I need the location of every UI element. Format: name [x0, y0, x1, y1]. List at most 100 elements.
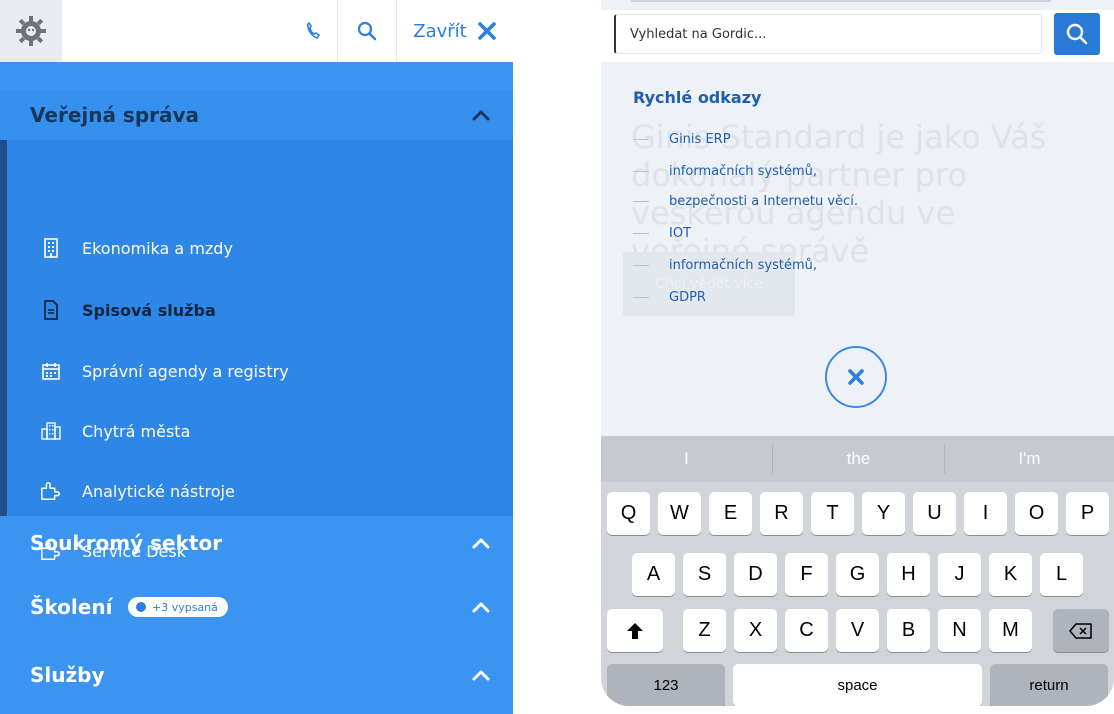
- submenu-item-ekonomika[interactable]: Ekonomika a mzdy: [40, 233, 233, 263]
- submenu-item-label: Spisová služba: [82, 300, 216, 320]
- calendar-icon: [40, 360, 62, 382]
- submenu-item-spisova-sluzba[interactable]: Spisová služba: [40, 295, 216, 325]
- key[interactable]: Q: [607, 492, 650, 535]
- quick-link[interactable]: bezpečnosti a Internetu věcí.: [633, 194, 858, 209]
- chevron-up-icon: [472, 110, 490, 121]
- section-label: Školení: [30, 595, 113, 619]
- return-key[interactable]: return: [990, 664, 1108, 706]
- key[interactable]: V: [836, 609, 879, 652]
- key[interactable]: D: [734, 553, 777, 596]
- key[interactable]: O: [1015, 492, 1058, 535]
- key[interactable]: J: [938, 553, 981, 596]
- search-icon: [357, 21, 377, 41]
- dash: [633, 265, 649, 266]
- key[interactable]: C: [785, 609, 828, 652]
- key[interactable]: X: [734, 609, 777, 652]
- close-icon: [848, 369, 864, 385]
- key[interactable]: Y: [862, 492, 905, 535]
- key[interactable]: U: [913, 492, 956, 535]
- numbers-key[interactable]: 123: [607, 664, 725, 706]
- menu-body: Veřejná správa Ekonomika a mzdy Spisová …: [0, 62, 513, 714]
- city-icon: [40, 420, 62, 442]
- quick-link-label: Ginis ERP: [669, 132, 731, 147]
- gordic-logo[interactable]: [0, 0, 62, 62]
- quick-link[interactable]: Ginis ERP: [633, 132, 731, 147]
- badge-dot: [136, 602, 146, 612]
- submenu-item-label: Chytrá města: [82, 421, 191, 441]
- key[interactable]: H: [887, 553, 930, 596]
- chevron-up-icon: [472, 538, 490, 549]
- quick-link[interactable]: GDPR: [633, 290, 706, 305]
- quick-link-label: informačních systémů,: [669, 164, 818, 179]
- quick-links-title: Rychlé odkazy: [633, 88, 762, 107]
- key[interactable]: F: [785, 553, 828, 596]
- search-bar: [601, 10, 1114, 62]
- suggestion[interactable]: the: [773, 436, 944, 482]
- phone-button[interactable]: [290, 0, 336, 62]
- dash: [633, 139, 649, 140]
- submenu-verejna-sprava: Ekonomika a mzdy Spisová služba Správní …: [0, 140, 513, 561]
- top-edge-line: [631, 0, 1051, 2]
- key[interactable]: E: [709, 492, 752, 535]
- submenu-item-label: Analytické nástroje: [82, 481, 235, 501]
- quick-link[interactable]: IOT: [633, 226, 691, 241]
- quick-link[interactable]: informačních systémů,: [633, 164, 817, 179]
- suggestion[interactable]: I: [601, 436, 772, 482]
- dash: [633, 201, 649, 202]
- close-icon: [477, 22, 496, 40]
- quick-link-label: bezpečnosti a Internetu věcí.: [669, 194, 858, 209]
- key[interactable]: N: [938, 609, 981, 652]
- chevron-up-icon: [472, 670, 490, 681]
- quick-link[interactable]: informačních systémů,: [633, 258, 817, 273]
- suggestion[interactable]: I'm: [945, 436, 1114, 482]
- section-label: Soukromý sektor: [30, 531, 223, 555]
- search-input[interactable]: [614, 14, 1042, 54]
- space-key[interactable]: space: [733, 664, 982, 706]
- key[interactable]: R: [760, 492, 803, 535]
- mobile-menu-panel: Zavřít Veřejná správa Ekonomika a mzdy S…: [0, 0, 513, 714]
- menu-top-bar: Zavřít: [0, 0, 513, 63]
- shift-icon: [627, 622, 643, 639]
- key[interactable]: S: [683, 553, 726, 596]
- key[interactable]: T: [811, 492, 854, 535]
- phone-icon: [307, 22, 320, 39]
- key[interactable]: K: [989, 553, 1032, 596]
- quick-link-label: IOT: [669, 226, 692, 241]
- search-submit-button[interactable]: [1054, 13, 1100, 55]
- gear-icon: [16, 16, 46, 46]
- key[interactable]: G: [836, 553, 879, 596]
- key[interactable]: L: [1040, 553, 1083, 596]
- section-verejna-sprava[interactable]: Veřejná správa: [0, 90, 513, 140]
- submenu-item-chytra-mesta[interactable]: Chytrá města: [40, 416, 190, 446]
- search-toggle-button[interactable]: [338, 0, 396, 62]
- close-search-button[interactable]: [825, 346, 887, 408]
- chevron-up-icon: [472, 602, 490, 613]
- shift-key[interactable]: [607, 609, 663, 652]
- section-label: Veřejná správa: [30, 103, 200, 127]
- building-icon: [40, 237, 62, 259]
- search-icon: [1066, 23, 1088, 45]
- key[interactable]: P: [1066, 492, 1109, 535]
- section-skoleni[interactable]: Školení +3 vypsaná: [0, 586, 513, 628]
- key[interactable]: M: [989, 609, 1032, 652]
- quick-link-label: GDPR: [669, 290, 706, 305]
- key[interactable]: Z: [683, 609, 726, 652]
- key[interactable]: B: [887, 609, 930, 652]
- key[interactable]: A: [632, 553, 675, 596]
- close-label: Zavřít: [413, 20, 467, 42]
- submenu-item-spravni-agendy[interactable]: Správní agendy a registry: [40, 356, 289, 386]
- section-soukromy-sektor[interactable]: Soukromý sektor: [0, 522, 513, 564]
- dash: [633, 297, 649, 298]
- dash: [633, 171, 649, 172]
- key[interactable]: I: [964, 492, 1007, 535]
- submenu-item-analyticke-nastroje[interactable]: Analytické nástroje: [40, 476, 235, 506]
- key[interactable]: W: [658, 492, 701, 535]
- backspace-icon: [1069, 622, 1092, 639]
- close-menu-button[interactable]: Zavřít: [397, 0, 513, 62]
- onscreen-keyboard: I the I'm Q W E R T Y U I O P A S D F G …: [601, 436, 1114, 706]
- quick-link-label: informačních systémů,: [669, 258, 818, 273]
- section-sluzby[interactable]: Služby: [0, 654, 513, 696]
- backspace-key[interactable]: [1053, 609, 1109, 652]
- search-overlay-panel: Ginis Standard je jako Váš dokonalý part…: [601, 0, 1114, 706]
- badge-label: +3 vypsaná: [152, 600, 218, 614]
